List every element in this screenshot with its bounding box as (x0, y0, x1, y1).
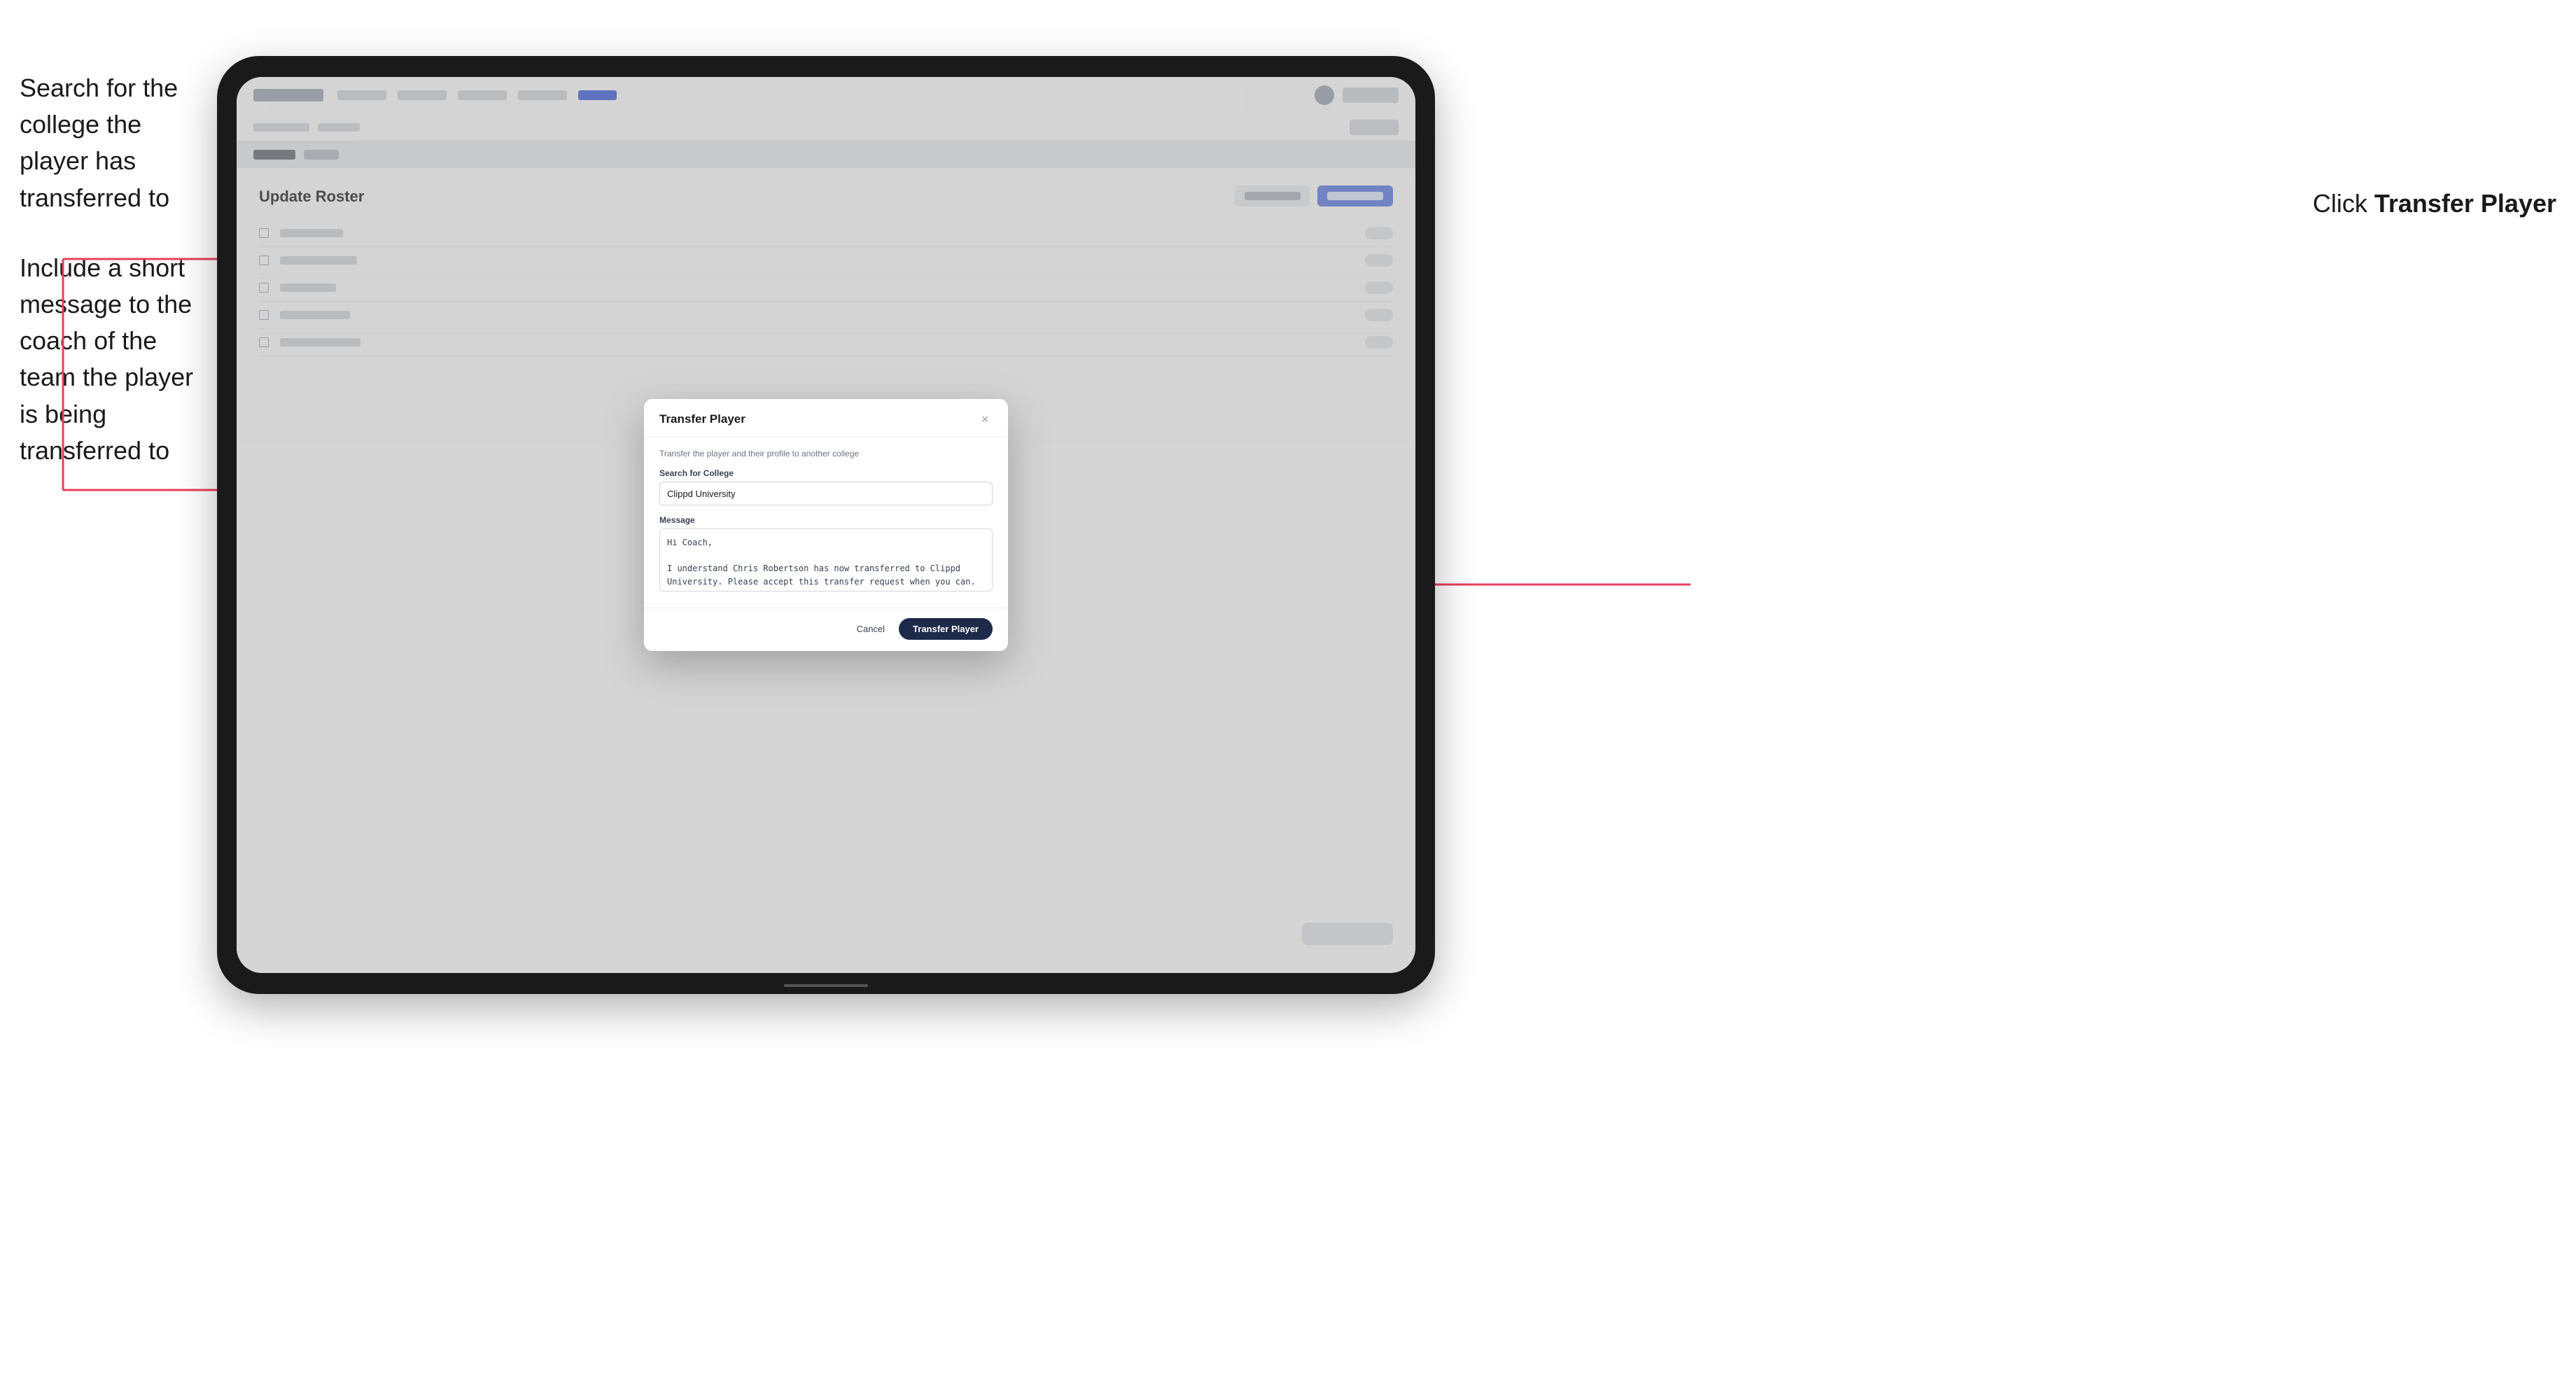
cancel-button[interactable]: Cancel (850, 620, 892, 638)
transfer-player-modal[interactable]: Transfer Player × Transfer the player an… (644, 399, 1008, 651)
modal-subtitle: Transfer the player and their profile to… (659, 449, 993, 458)
modal-body: Transfer the player and their profile to… (644, 438, 1008, 608)
transfer-player-button[interactable]: Transfer Player (899, 618, 993, 640)
annotation-right: Click Transfer Player (2313, 189, 2556, 218)
modal-close-button[interactable]: × (977, 412, 993, 427)
message-label: Message (659, 515, 993, 525)
modal-footer: Cancel Transfer Player (644, 608, 1008, 651)
modal-title: Transfer Player (659, 412, 746, 426)
college-label: Search for College (659, 468, 993, 478)
tablet-device: Update Roster (217, 56, 1435, 994)
annotation-right-prefix: Click (2313, 189, 2374, 218)
college-search-input[interactable] (659, 482, 993, 505)
modal-overlay: Transfer Player × Transfer the player an… (237, 77, 1415, 973)
annotation-text-1: Search for the college the player has tr… (20, 70, 216, 216)
message-textarea[interactable]: Hi Coach, I understand Chris Robertson h… (659, 528, 993, 592)
annotation-left: Search for the college the player has tr… (20, 70, 216, 503)
modal-header: Transfer Player × (644, 399, 1008, 438)
tablet-screen: Update Roster (237, 77, 1415, 973)
annotation-text-2: Include a short message to the coach of … (20, 250, 216, 469)
annotation-right-bold: Transfer Player (2374, 189, 2556, 218)
